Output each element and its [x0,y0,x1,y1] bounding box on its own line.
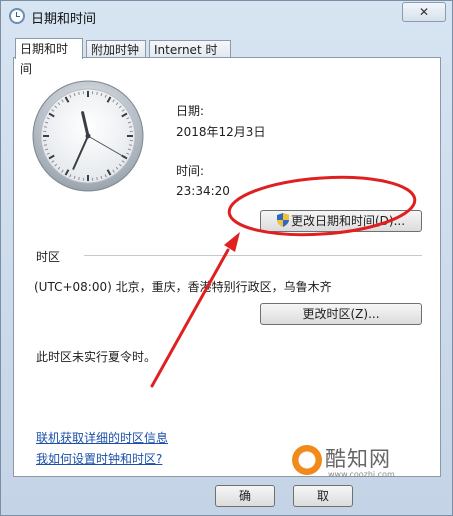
close-button[interactable]: ✕ [402,2,446,22]
date-time-dialog: 日期和时间 ✕ 日期和时间 附加时钟 Internet 时间 [0,0,453,516]
date-label: 日期: [176,104,205,118]
change-date-time-button[interactable]: 更改日期和时间(D)... [260,210,422,232]
tab-internet-time[interactable]: Internet 时间 [149,40,231,75]
minute-tick [128,126,133,128]
minute-tick [43,126,48,128]
cancel-button[interactable]: 取 [293,485,353,507]
date-value: 2018年12月3日 [176,125,266,139]
how-to-set-clock-link[interactable]: 我如何设置时钟和时区? [36,450,162,467]
analog-clock [32,80,144,192]
minute-tick [96,91,98,96]
window-title: 日期和时间 [31,12,97,27]
minute-tick [128,144,133,146]
section-divider [84,255,422,256]
tab-additional-clocks[interactable]: 附加时钟 [86,40,146,58]
timezone-value: (UTC+08:00) 北京，重庆，香港特别行政区，乌鲁木齐 [34,280,332,294]
title-bar: 日期和时间 ✕ [1,1,452,31]
watermark-brand: 酷知网 [325,447,391,471]
minute-tick [43,144,48,146]
timezone-section-label: 时区 [36,250,61,264]
dst-note: 此时区未实行夏令时。 [36,350,157,364]
uac-shield-icon [276,213,289,227]
ok-button[interactable]: 确 [215,485,275,507]
watermark-url: www.coozhi.com [328,470,395,479]
clock-icon [9,8,25,24]
tab-panel: 日期: 2018年12月3日 时间: 23:34:20 更改日期和时间(D)..… [13,57,441,477]
minute-tick [78,91,80,96]
time-label: 时间: [176,164,205,178]
time-value: 23:34:20 [176,184,230,198]
change-date-time-label: 更改日期和时间(D)... [290,214,406,228]
minute-tick [96,176,98,181]
tab-date-time[interactable]: 日期和时间 [15,38,83,76]
online-timezone-info-link[interactable]: 联机获取详细的时区信息 [36,429,168,446]
minute-tick [78,176,80,181]
change-timezone-button[interactable]: 更改时区(Z)... [260,303,422,325]
watermark-logo-icon [292,445,322,475]
